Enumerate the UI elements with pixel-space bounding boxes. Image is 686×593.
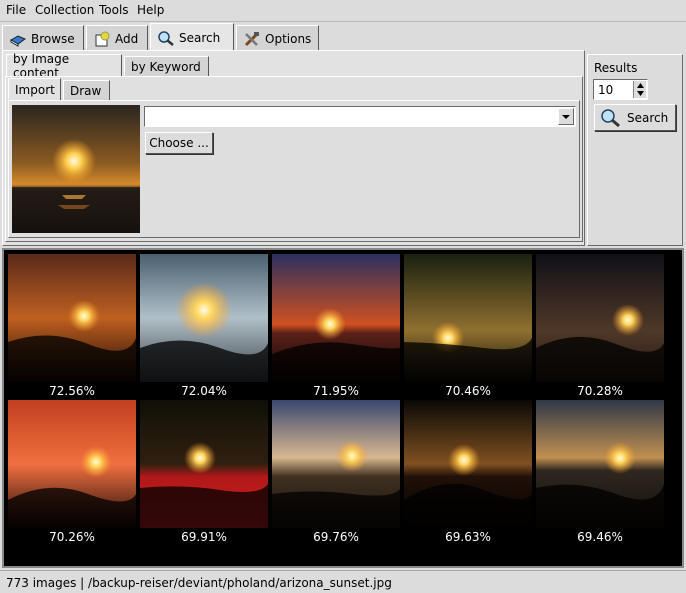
result-score: 72.04% — [181, 384, 227, 398]
results-grid: 72.56% 72.04% 71.95% 70.46% 70.28% 70.26% 69.9… — [2, 248, 684, 568]
result-score: 69.76% — [313, 530, 359, 544]
magnifier-icon — [601, 108, 620, 127]
result-item[interactable]: 72.04% — [140, 254, 268, 400]
results-count-spinner[interactable]: 10 — [593, 79, 648, 100]
tab-browse[interactable]: Browse — [2, 25, 84, 51]
status-bar: 773 images | /backup-reiser/deviant/phol… — [0, 570, 686, 593]
tab-by-image-content[interactable]: by Image content — [6, 52, 122, 80]
result-score: 69.91% — [181, 530, 227, 544]
menu-help[interactable]: Help — [137, 3, 164, 17]
tab-search-label: Search — [179, 30, 221, 45]
result-thumbnail[interactable] — [536, 254, 664, 382]
result-item[interactable]: 69.63% — [404, 400, 532, 546]
tab-import[interactable]: Import — [8, 78, 61, 100]
result-thumbnail[interactable] — [404, 254, 532, 382]
tab-add[interactable]: Add — [86, 25, 148, 51]
result-item[interactable]: 71.95% — [272, 254, 400, 400]
magnifier-icon — [157, 30, 175, 46]
book-icon — [9, 31, 27, 47]
result-thumbnail[interactable] — [8, 400, 136, 528]
menu-collection[interactable]: Collection — [35, 3, 94, 17]
choose-button-label: Choose ... — [149, 136, 209, 150]
result-thumbnail[interactable] — [272, 254, 400, 382]
tab-import-label: Import — [15, 82, 55, 97]
result-thumbnail[interactable] — [272, 400, 400, 528]
search-button[interactable]: Search — [594, 104, 676, 131]
image-path-combo[interactable] — [144, 106, 576, 127]
menu-bar: File Collection Tools Help — [0, 0, 686, 22]
result-item[interactable]: 70.46% — [404, 254, 532, 400]
tab-browse-label: Browse — [31, 31, 75, 46]
query-image — [12, 105, 140, 233]
result-item[interactable]: 69.76% — [272, 400, 400, 546]
result-score: 69.63% — [445, 530, 491, 544]
tab-add-label: Add — [115, 31, 139, 46]
menu-tools[interactable]: Tools — [99, 3, 129, 17]
tab-draw-label: Draw — [70, 83, 102, 98]
tab-options-label: Options — [265, 31, 312, 46]
tab-draw[interactable]: Draw — [63, 80, 110, 100]
spinner-arrows-icon — [637, 83, 644, 96]
result-item[interactable]: 70.28% — [536, 254, 664, 400]
add-icon — [93, 31, 111, 47]
result-score: 70.26% — [49, 530, 95, 544]
result-thumbnail[interactable] — [404, 400, 532, 528]
search-button-label: Search — [627, 110, 669, 125]
result-score: 71.95% — [313, 384, 359, 398]
chevron-down-icon — [562, 115, 570, 119]
tab-search[interactable]: Search — [150, 23, 234, 51]
tab-options[interactable]: Options — [236, 25, 319, 51]
tab-by-keyword-label: by Keyword — [131, 59, 201, 74]
result-thumbnail[interactable] — [8, 254, 136, 382]
results-count-value: 10 — [598, 83, 614, 97]
result-thumbnail[interactable] — [536, 400, 664, 528]
result-thumbnail[interactable] — [140, 254, 268, 382]
spinner-buttons[interactable] — [633, 81, 646, 98]
tab-by-keyword[interactable]: by Keyword — [124, 56, 209, 76]
result-score: 70.46% — [445, 384, 491, 398]
status-text: 773 images | /backup-reiser/deviant/phol… — [6, 576, 392, 590]
result-item[interactable]: 69.46% — [536, 400, 664, 546]
result-score: 72.56% — [49, 384, 95, 398]
combo-dropdown-button[interactable] — [558, 108, 574, 125]
result-item[interactable]: 69.91% — [140, 400, 268, 546]
result-item[interactable]: 70.26% — [8, 400, 136, 546]
choose-button[interactable]: Choose ... — [145, 132, 213, 154]
result-thumbnail[interactable] — [140, 400, 268, 528]
tools-icon — [243, 31, 261, 47]
menu-file[interactable]: File — [6, 3, 26, 17]
results-label: Results — [594, 61, 638, 75]
result-score: 70.28% — [577, 384, 623, 398]
result-score: 69.46% — [577, 530, 623, 544]
result-item[interactable]: 72.56% — [8, 254, 136, 400]
